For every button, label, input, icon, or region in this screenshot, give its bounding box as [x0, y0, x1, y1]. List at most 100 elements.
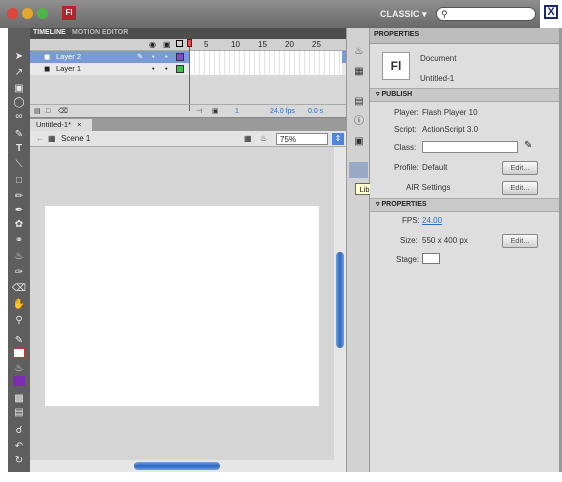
- zoom-tool-icon[interactable]: ⚲: [11, 314, 27, 327]
- stage-canvas[interactable]: [45, 206, 319, 406]
- pen-tool-icon[interactable]: ✎: [11, 128, 27, 141]
- show-hide-icon[interactable]: ◉: [149, 40, 156, 49]
- document-type: Document: [420, 54, 457, 63]
- pencil-edit-icon[interactable]: ✎: [524, 140, 532, 151]
- deco-tool-icon[interactable]: ✿: [11, 218, 27, 231]
- snap-to-objects-icon[interactable]: ☌: [11, 424, 27, 437]
- tab-properties[interactable]: PROPERTIES: [374, 31, 419, 38]
- stage-label: Stage:: [396, 255, 420, 264]
- eyedropper-tool-icon[interactable]: ✑: [11, 266, 27, 279]
- search-icon: ⚲: [441, 9, 448, 19]
- scene-name[interactable]: Scene 1: [61, 131, 90, 147]
- frame-rate[interactable]: 24.0 fps: [270, 105, 295, 118]
- onion-skin-icon[interactable]: ▣: [212, 105, 219, 118]
- pencil-tool-icon[interactable]: ✏: [11, 190, 27, 203]
- selection-tool-icon[interactable]: ➤: [11, 50, 27, 63]
- back-arrow-icon[interactable]: ←: [36, 131, 44, 147]
- library-panel-icon[interactable]: [349, 162, 368, 178]
- layer-name[interactable]: Layer 1: [56, 63, 81, 75]
- fill-color-bucket-icon[interactable]: ♨: [11, 362, 27, 375]
- timeline-panel: TIMELINE MOTION EDITOR ◉ ▣ 5 10 15 20 25…: [30, 28, 346, 118]
- eraser-tool-icon[interactable]: ⌫: [11, 282, 27, 295]
- hand-tool-icon[interactable]: ✋: [11, 298, 27, 311]
- layer-color-swatch[interactable]: [176, 53, 184, 61]
- info-panel-icon[interactable]: ⓘ: [352, 116, 366, 128]
- class-input[interactable]: [422, 141, 518, 153]
- color-panel-icon[interactable]: ♨: [352, 46, 366, 58]
- edit-profile-button[interactable]: Edit...: [502, 161, 538, 175]
- stroke-color-swatch[interactable]: [13, 348, 25, 358]
- properties-tab-bar: PROPERTIES: [370, 28, 559, 44]
- lock-dot[interactable]: •: [165, 63, 168, 75]
- tab-motion-editor[interactable]: MOTION EDITOR: [72, 29, 128, 36]
- tab-timeline[interactable]: TIMELINE: [33, 29, 66, 36]
- visibility-dot[interactable]: •: [152, 51, 155, 63]
- bone-tool-icon[interactable]: ⚭: [11, 234, 27, 247]
- delete-layer-icon[interactable]: ⌫: [58, 105, 68, 118]
- new-folder-icon[interactable]: □: [46, 105, 50, 118]
- publish-header-label: PUBLISH: [381, 91, 413, 98]
- free-transform-tool-icon[interactable]: ▣: [11, 82, 27, 95]
- lasso-tool-icon[interactable]: ∞: [11, 110, 27, 123]
- visibility-dot[interactable]: •: [152, 63, 155, 75]
- rectangle-tool-icon[interactable]: □: [11, 174, 27, 187]
- swatches-panel-icon[interactable]: ▦: [352, 66, 366, 78]
- center-frame-icon[interactable]: ⊣: [196, 105, 202, 118]
- straighten-icon[interactable]: ↻: [11, 454, 27, 467]
- size-value: 550 x 400 px: [422, 236, 468, 245]
- swap-colors-icon[interactable]: ▩: [11, 392, 27, 405]
- smooth-icon[interactable]: ↶: [11, 440, 27, 453]
- new-layer-icon[interactable]: ▤: [34, 105, 41, 118]
- properties-section-header[interactable]: ▿ PROPERTIES: [370, 198, 562, 212]
- minimize-window-button[interactable]: [22, 8, 33, 19]
- profile-label: Profile:: [394, 163, 419, 172]
- vertical-scroll-thumb[interactable]: [336, 252, 344, 348]
- search-input[interactable]: ⚲: [436, 7, 536, 21]
- align-panel-icon[interactable]: ▤: [352, 96, 366, 108]
- edit-size-button[interactable]: Edit...: [502, 234, 538, 248]
- properties-panel: PROPERTIES Fl Document Untitled-1 ▿ PUBL…: [370, 28, 562, 472]
- publish-section-header[interactable]: ▿ PUBLISH: [370, 88, 562, 102]
- lock-dot[interactable]: •: [165, 51, 168, 63]
- edit-scene-icon[interactable]: ▦: [244, 131, 252, 147]
- edit-symbols-icon[interactable]: ♨: [260, 131, 267, 147]
- playhead[interactable]: [187, 39, 192, 111]
- frame-grid[interactable]: [190, 51, 342, 75]
- frame-number: 10: [231, 40, 240, 49]
- edit-air-settings-button[interactable]: Edit...: [502, 181, 538, 195]
- current-frame[interactable]: 1: [235, 105, 239, 118]
- stroke-color-pencil-icon[interactable]: ✎: [11, 334, 27, 347]
- layer-name[interactable]: Layer 2: [56, 51, 81, 63]
- 3d-rotation-tool-icon[interactable]: ◯: [11, 96, 27, 109]
- transform-panel-icon[interactable]: ▣: [352, 136, 366, 148]
- fill-color-swatch[interactable]: [13, 376, 25, 386]
- lock-icon[interactable]: ▣: [163, 40, 171, 49]
- zoom-dropdown-icon[interactable]: ⇕: [332, 133, 344, 145]
- default-colors-icon[interactable]: ▤: [11, 406, 27, 419]
- frame-number: 20: [285, 40, 294, 49]
- text-tool-icon[interactable]: T: [11, 142, 27, 155]
- workspace-switcher[interactable]: CLASSIC ▾: [380, 9, 427, 20]
- zoom-select[interactable]: 75%: [276, 133, 328, 145]
- document-name: Untitled-1: [420, 74, 455, 83]
- fps-value[interactable]: 24.00: [422, 216, 442, 225]
- horizontal-scroll-thumb[interactable]: [134, 462, 220, 470]
- panel-icon-strip: ♨ ▦ ▤ ⓘ ▣: [346, 28, 370, 472]
- subselection-tool-icon[interactable]: ↗: [11, 66, 27, 79]
- document-tab[interactable]: Untitled-1* ×: [30, 119, 92, 131]
- paint-bucket-tool-icon[interactable]: ♨: [11, 250, 27, 263]
- frame-number: 25: [312, 40, 321, 49]
- zoom-value: 75%: [280, 135, 297, 144]
- brush-tool-icon[interactable]: ✒: [11, 204, 27, 217]
- player-label: Player:: [394, 108, 419, 117]
- close-tab-icon[interactable]: ×: [77, 120, 81, 129]
- layer-color-swatch[interactable]: [176, 65, 184, 73]
- line-tool-icon[interactable]: ⟍: [11, 158, 27, 171]
- stage-color-swatch[interactable]: [422, 253, 440, 264]
- close-icon[interactable]: X: [544, 5, 558, 19]
- script-label: Script:: [394, 125, 417, 134]
- outline-icon[interactable]: [176, 40, 183, 47]
- close-window-button[interactable]: [7, 8, 18, 19]
- document-icon: Fl: [382, 52, 410, 80]
- zoom-window-button[interactable]: [37, 8, 48, 19]
